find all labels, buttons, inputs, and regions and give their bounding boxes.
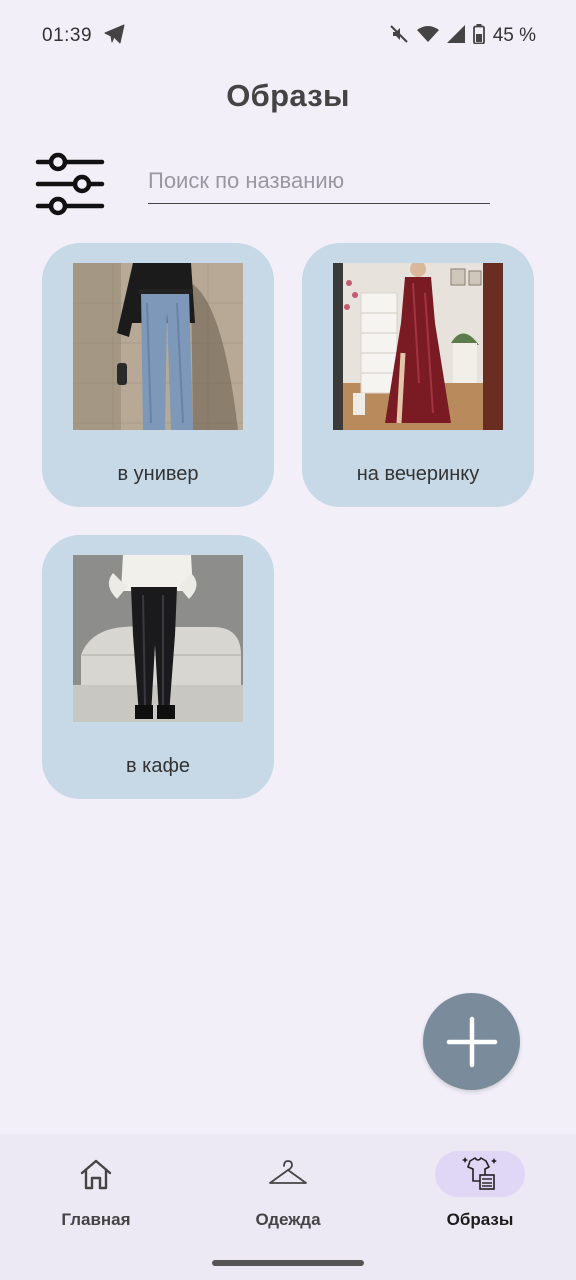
outfit-card[interactable]: на вечеринку (302, 243, 534, 507)
outfit-photo (73, 555, 243, 722)
status-bar: 01:39 45 % (0, 0, 576, 72)
page-title: Образы (226, 78, 350, 113)
hanger-icon (269, 1160, 307, 1184)
status-time: 01:39 (42, 25, 93, 46)
outfit-label: в кафе (125, 755, 191, 777)
outfit-icon (462, 1157, 497, 1190)
outfit-photo (333, 263, 503, 430)
add-outfit-button[interactable] (423, 993, 520, 1090)
battery-percent: 45 % (492, 25, 536, 46)
telegram-icon (104, 24, 126, 49)
mute-icon (389, 24, 409, 49)
nav-label: Главная (61, 1210, 131, 1229)
home-indicator[interactable] (212, 1260, 364, 1266)
battery-icon (472, 23, 485, 49)
sliders-icon (35, 152, 105, 216)
nav-item-outfits[interactable]: Образы (400, 1146, 560, 1246)
outfit-photo (73, 263, 243, 430)
signal-icon (446, 24, 465, 48)
home-icon (80, 1159, 112, 1190)
outfit-label: на вечеринку (356, 463, 480, 485)
wifi-icon (416, 25, 439, 48)
bottom-navigation: Главная Одежда Образы (0, 1134, 576, 1280)
nav-item-clothes[interactable]: Одежда (208, 1146, 368, 1246)
outfit-card[interactable]: в универ (42, 243, 274, 507)
search-input[interactable] (148, 164, 490, 204)
outfit-card[interactable]: в кафе (42, 535, 274, 799)
nav-item-home[interactable]: Главная (16, 1146, 176, 1246)
filter-button[interactable] (34, 152, 106, 218)
outfit-label: в универ (117, 463, 199, 485)
nav-label: Одежда (255, 1210, 321, 1229)
plus-icon (446, 1016, 497, 1067)
nav-label: Образы (446, 1210, 514, 1229)
